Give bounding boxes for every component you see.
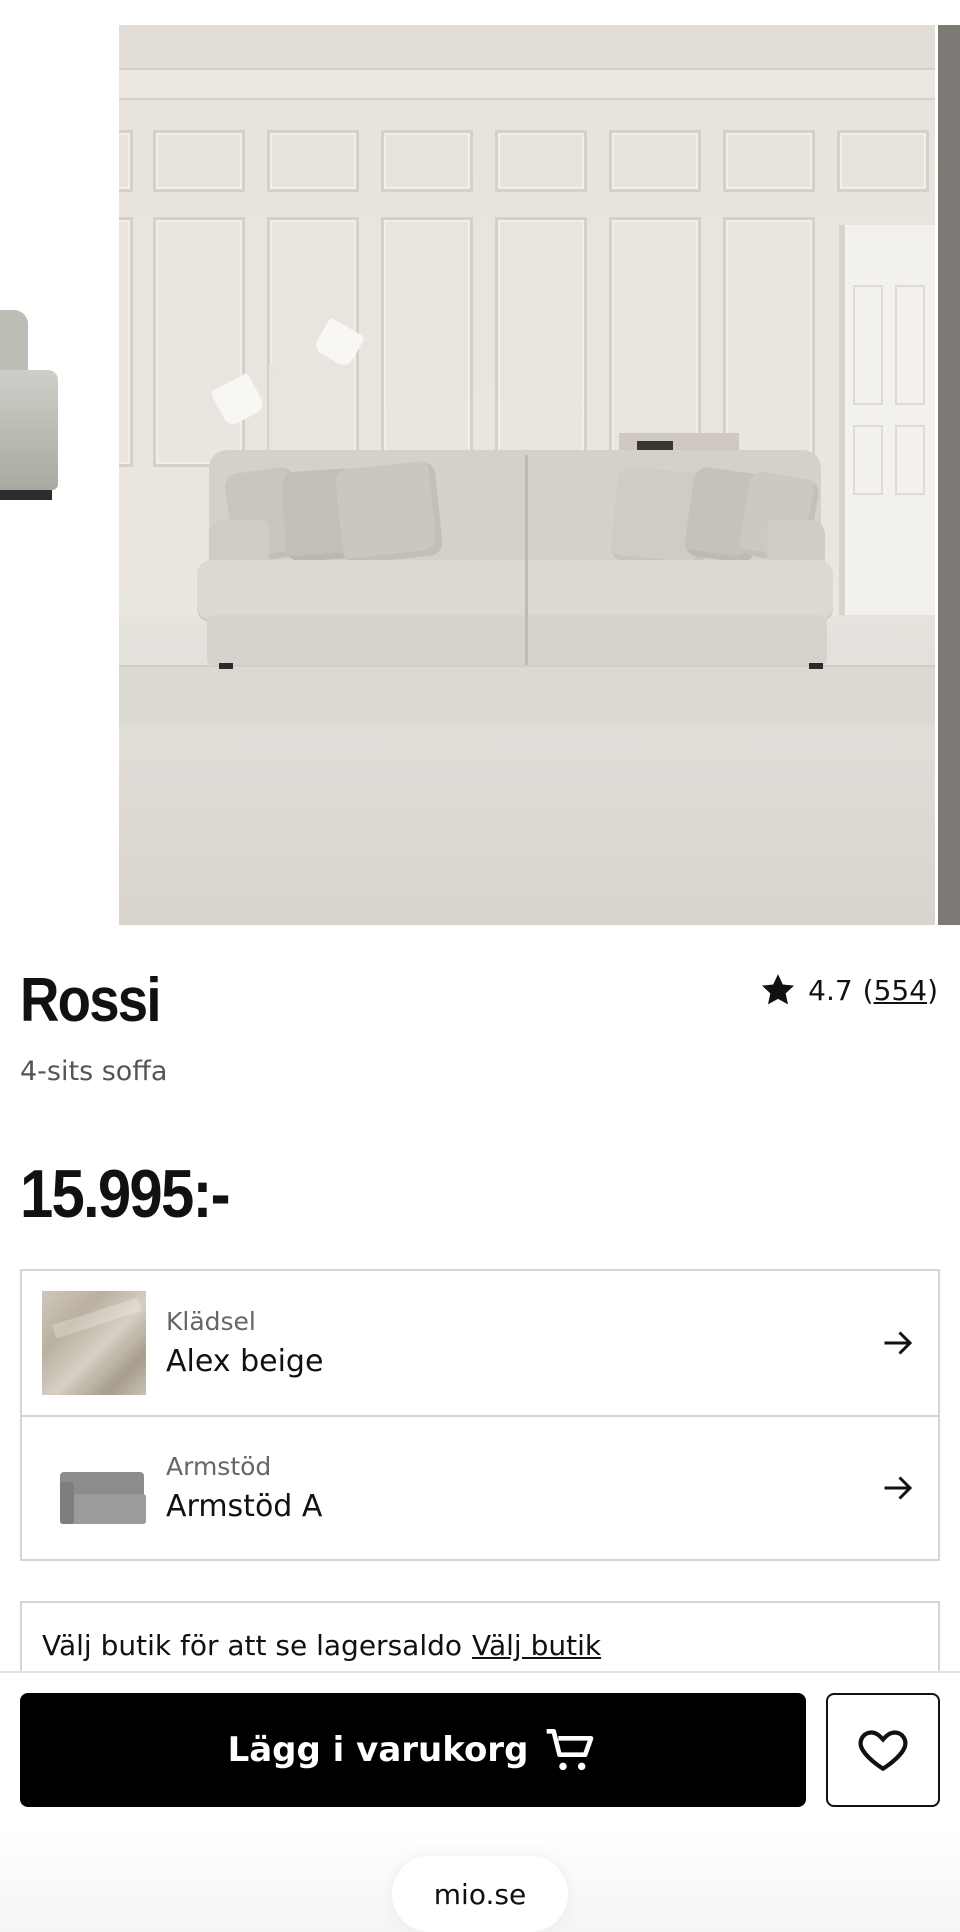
product-image-gallery[interactable] <box>0 0 960 925</box>
choose-store-link[interactable]: Välj butik <box>472 1629 601 1662</box>
store-availability: Välj butik för att se lagersaldo Välj but… <box>20 1601 940 1681</box>
product-rating[interactable]: 4.7 (554) <box>758 970 938 1010</box>
option-value: Alex beige <box>166 1344 324 1379</box>
review-count-link[interactable]: 554 <box>874 974 927 1007</box>
option-value: Armstöd A <box>166 1489 323 1524</box>
fabric-thumbnail <box>42 1291 146 1395</box>
product-main-image[interactable] <box>119 25 935 925</box>
arrow-right-icon <box>884 1476 913 1500</box>
armrest-thumbnail <box>42 1436 146 1540</box>
option-label: Klädsel <box>166 1307 256 1336</box>
add-to-cart-button[interactable]: Lägg i varukorg <box>20 1693 806 1807</box>
next-image-slide[interactable] <box>938 25 960 925</box>
store-text: Välj butik för att se lagersaldo <box>42 1629 462 1662</box>
star-icon <box>762 974 795 1005</box>
option-upholstery[interactable]: Klädsel Alex beige <box>22 1271 938 1415</box>
rating-paren-close: ) <box>927 973 938 1007</box>
arrow-right-icon <box>884 1331 913 1355</box>
rating-value: 4.7 <box>808 973 853 1007</box>
browser-url-pill[interactable]: mio.se <box>392 1856 568 1932</box>
wishlist-button[interactable] <box>826 1693 940 1807</box>
sticky-action-bar: Lägg i varukorg <box>0 1671 960 1831</box>
previous-image-slide[interactable] <box>0 290 60 530</box>
product-price: 15.995:- <box>20 1156 231 1232</box>
rating-paren-open: ( <box>862 973 874 1007</box>
option-armrest[interactable]: Armstöd Armstöd A <box>22 1415 938 1559</box>
cart-icon <box>547 1729 594 1771</box>
product-title: Rossi <box>20 966 162 1035</box>
product-options: Klädsel Alex beige Armstöd Armstöd A <box>20 1269 940 1561</box>
option-label: Armstöd <box>166 1452 272 1481</box>
product-subtitle: 4-sits soffa <box>20 1056 168 1087</box>
heart-icon <box>858 1730 908 1772</box>
add-to-cart-label: Lägg i varukorg <box>227 1730 529 1770</box>
